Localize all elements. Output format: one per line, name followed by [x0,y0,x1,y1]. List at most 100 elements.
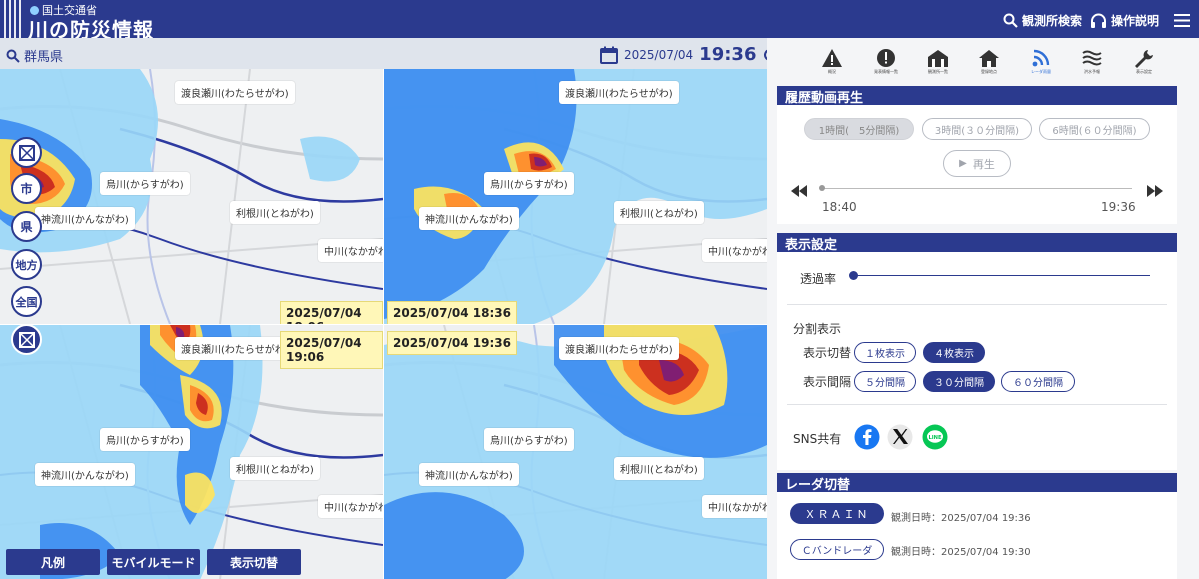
region-selector[interactable]: 群馬県 [6,46,63,65]
timeline-end-time: 19:36 [1101,200,1136,214]
scale-prefecture-button[interactable]: 県 [11,211,42,242]
panel-timestamp: 2025/07/04 19:36 [387,331,517,355]
opacity-slider-handle[interactable] [849,271,858,280]
radar-panel: ＸＲＡＩＮ 観測日時：2025/07/04 19:36 Ｃバンドレーダ 観測日時… [777,492,1177,579]
river-label[interactable]: 渡良瀬川(わたらせがわ) [559,81,679,104]
app-header: 国土交通省 川の防災情報 観測所検索 操作説明 [0,0,1199,42]
toolbar-label: 洪水予報 [1084,69,1100,74]
interval-label: 表示間隔 [803,375,852,389]
toolbar-radar-button[interactable]: レーダ雨量 [1019,48,1063,75]
wrench-icon [1135,50,1153,68]
help-button[interactable]: 操作説明 [1090,12,1159,29]
river-label[interactable]: 中川(なかがわ) [702,239,767,262]
toolbar-water-button[interactable]: 洪水予報 [1070,48,1114,75]
base-map [0,69,383,324]
radar-panel-3[interactable]: 渡良瀬川(わたらせがわ) 烏川(からすがわ) 神流川(かんながわ) 利根川(とねがわ)… [0,325,383,579]
scale-national-button[interactable]: 全国 [11,286,42,317]
panel-timestamp: 2025/07/04 19:06 [280,331,383,369]
divider [787,404,1167,405]
scale-region-button[interactable]: 地方 [11,249,42,280]
side-panel: 概況 発表情報一覧 観測所一覧 登録地点 レーダ雨量 洪水予報 表示設定 履歴動画再生 1時… [767,38,1199,579]
divider [787,304,1167,305]
fullscreen-exit-button[interactable] [11,324,42,355]
radar-panel-4[interactable]: 渡良瀬川(わたらせがわ) 烏川(からすがわ) 神流川(かんながわ) 利根川(とねがわ)… [384,325,767,579]
toolbar-label: 登録地点 [981,69,997,74]
interval-5min-button[interactable]: ５分間隔 [854,371,916,392]
river-label[interactable]: 烏川(からすがわ) [484,172,574,195]
range-6h-button[interactable]: 6時間(６０分間隔) [1039,118,1150,140]
fast-forward-icon[interactable] [1147,185,1163,197]
base-map [384,69,767,324]
building-icon [928,50,948,67]
display-section-title: 表示設定 [777,233,1177,253]
river-label[interactable]: 利根川(とねがわ) [614,201,704,224]
river-label[interactable]: 神流川(かんながわ) [419,463,519,486]
river-label[interactable]: 神流川(かんながわ) [419,207,519,230]
history-section-title: 履歴動画再生 [777,86,1177,106]
opacity-label: 透過率 [800,272,837,286]
toolbar-wrench-button[interactable]: 表示設定 [1122,48,1166,75]
river-label[interactable]: 渡良瀬川(わたらせがわ) [175,337,295,360]
facebook-icon[interactable] [854,424,880,450]
play-icon: ▶ [959,158,967,169]
menu-icon[interactable] [1174,14,1190,27]
river-label[interactable]: 渡良瀬川(わたらせがわ) [559,337,679,360]
search-icon [6,49,20,63]
fullscreen-button[interactable] [11,137,42,168]
station-search-button[interactable]: 観測所検索 [1003,12,1082,29]
range-1h-button[interactable]: 1時間( 5分間隔) [804,118,914,140]
radar-panel-1[interactable]: 渡良瀬川(わたらせがわ) 烏川(からすがわ) 神流川(かんながわ) 利根川(とねがわ)… [0,69,383,324]
river-label[interactable]: 中川(なかがわ) [318,495,383,518]
scale-city-button[interactable]: 市 [11,173,42,204]
toolbar-warning-button[interactable]: 概況 [810,48,854,75]
station-search-label: 観測所検索 [1022,14,1083,28]
x-icon[interactable] [887,424,913,450]
toolbar-label: 観測所一覧 [928,69,948,74]
timeline-track[interactable] [820,188,1132,189]
date-label: 2025/07/04 [624,47,694,62]
river-label[interactable]: 渡良瀬川(わたらせがわ) [175,81,295,104]
radar-map[interactable]: 渡良瀬川(わたらせがわ) 烏川(からすがわ) 神流川(かんながわ) 利根川(とねがわ)… [0,69,767,579]
radar-section-title: レーダ切替 [777,473,1177,493]
opacity-slider-track[interactable] [854,275,1150,276]
range-3h-button[interactable]: 3時間(３０分間隔) [922,118,1032,140]
legend-button[interactable]: 凡例 [6,549,100,575]
toolbar-alert-button[interactable]: 発表情報一覧 [864,48,908,75]
toolbar-label: レーダ雨量 [1031,69,1051,74]
mobile-mode-button[interactable]: モバイルモード [107,549,200,575]
time-label: 19:36 [699,44,757,65]
toolbar-home-button[interactable]: 登録地点 [967,48,1011,75]
river-label[interactable]: 利根川(とねがわ) [230,201,320,224]
line-icon[interactable]: LINE [922,424,948,450]
display-settings-panel: 透過率 分割表示 表示切替 １枚表示 ４枚表示 表示間隔 ５分間隔 ３０分間隔 … [777,252,1177,470]
single-view-button[interactable]: １枚表示 [854,342,916,363]
warning-icon [822,49,842,67]
interval-60min-button[interactable]: ６０分間隔 [1001,371,1075,392]
display-switch-button[interactable]: 表示切替 [207,549,301,575]
radar-panel-2[interactable]: 渡良瀬川(わたらせがわ) 烏川(からすがわ) 神流川(かんながわ) 利根川(とねがわ)… [384,69,767,324]
toolbar-label: 発表情報一覧 [874,69,898,74]
river-label[interactable]: 利根川(とねがわ) [230,457,320,480]
cband-button[interactable]: Ｃバンドレーダ [790,539,884,560]
interval-30min-button[interactable]: ３０分間隔 [923,371,995,392]
xrain-button[interactable]: ＸＲＡＩＮ [790,503,884,524]
river-label[interactable]: 中川(なかがわ) [318,239,383,262]
river-label[interactable]: 中川(なかがわ) [702,495,767,518]
timeline-handle[interactable] [819,185,825,191]
rewind-icon[interactable] [791,185,807,197]
quad-view-button[interactable]: ４枚表示 [923,342,985,363]
river-label[interactable]: 烏川(からすがわ) [100,428,190,451]
svg-text:LINE: LINE [928,435,942,441]
water-icon [1082,50,1102,66]
river-label[interactable]: 烏川(からすがわ) [100,172,190,195]
timeline-start-time: 18:40 [822,200,857,214]
history-panel: 1時間( 5分間隔) 3時間(３０分間隔) 6時間(６０分間隔) ▶ 再生 18… [777,105,1177,224]
toolbar-building-button[interactable]: 観測所一覧 [916,48,960,75]
river-label[interactable]: 神流川(かんながわ) [35,207,135,230]
river-label[interactable]: 烏川(からすがわ) [484,428,574,451]
play-button[interactable]: ▶ 再生 [943,150,1011,177]
river-label[interactable]: 利根川(とねがわ) [614,457,704,480]
play-label: 再生 [972,157,995,171]
calendar-icon[interactable] [600,46,618,64]
river-label[interactable]: 神流川(かんながわ) [35,463,135,486]
